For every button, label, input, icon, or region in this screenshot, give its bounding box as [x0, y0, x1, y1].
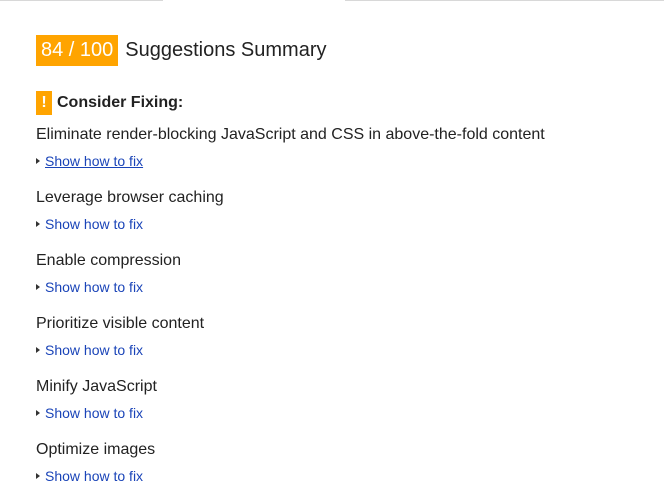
rule-item: Leverage browser caching Show how to fix — [36, 188, 656, 240]
section-title: Consider Fixing: — [57, 94, 184, 111]
show-how-to-fix-link[interactable]: Show how to fix — [45, 152, 143, 170]
rule-item: Enable compression Show how to fix — [36, 251, 656, 303]
rule-title: Leverage browser caching — [36, 189, 224, 206]
rule-title: Minify JavaScript — [36, 378, 157, 395]
expand-triangle-icon[interactable] — [36, 284, 40, 290]
rule-title: Eliminate render-blocking JavaScript and… — [36, 126, 545, 143]
rule-item: Optimize images Show how to fix — [36, 440, 656, 492]
suggestions-panel: 84 / 100 Suggestions Summary ! Consider … — [36, 35, 656, 503]
rule-title: Enable compression — [36, 252, 181, 269]
show-how-to-fix-link[interactable]: Show how to fix — [45, 341, 143, 359]
show-how-to-fix-row[interactable]: Show how to fix — [36, 278, 656, 296]
rules-list: Eliminate render-blocking JavaScript and… — [36, 125, 656, 492]
expand-triangle-icon[interactable] — [36, 473, 40, 479]
rule-item: Minify JavaScript Show how to fix — [36, 377, 656, 429]
rule-title: Optimize images — [36, 441, 156, 458]
show-how-to-fix-row[interactable]: Show how to fix — [36, 152, 656, 170]
rule-title: Prioritize visible content — [36, 315, 205, 332]
rule-item: Eliminate render-blocking JavaScript and… — [36, 125, 656, 177]
summary-title: Suggestions Summary — [125, 39, 327, 61]
rule-item: Prioritize visible content Show how to f… — [36, 314, 656, 366]
expand-triangle-icon[interactable] — [36, 158, 40, 164]
summary-header: 84 / 100 Suggestions Summary — [36, 35, 656, 66]
expand-triangle-icon[interactable] — [36, 347, 40, 353]
show-how-to-fix-row[interactable]: Show how to fix — [36, 467, 656, 485]
exclamation-icon: ! — [36, 91, 52, 115]
show-how-to-fix-link[interactable]: Show how to fix — [45, 467, 143, 485]
score-badge: 84 / 100 — [36, 35, 119, 66]
show-how-to-fix-row[interactable]: Show how to fix — [36, 404, 656, 422]
show-how-to-fix-row[interactable]: Show how to fix — [36, 341, 656, 359]
show-how-to-fix-row[interactable]: Show how to fix — [36, 215, 656, 233]
expand-triangle-icon[interactable] — [36, 221, 40, 227]
show-how-to-fix-link[interactable]: Show how to fix — [45, 404, 143, 422]
show-how-to-fix-link[interactable]: Show how to fix — [45, 215, 143, 233]
expand-triangle-icon[interactable] — [36, 410, 40, 416]
show-how-to-fix-link[interactable]: Show how to fix — [45, 278, 143, 296]
active-tab-gap — [163, 0, 345, 2]
consider-fixing-header: ! Consider Fixing: — [36, 91, 656, 115]
